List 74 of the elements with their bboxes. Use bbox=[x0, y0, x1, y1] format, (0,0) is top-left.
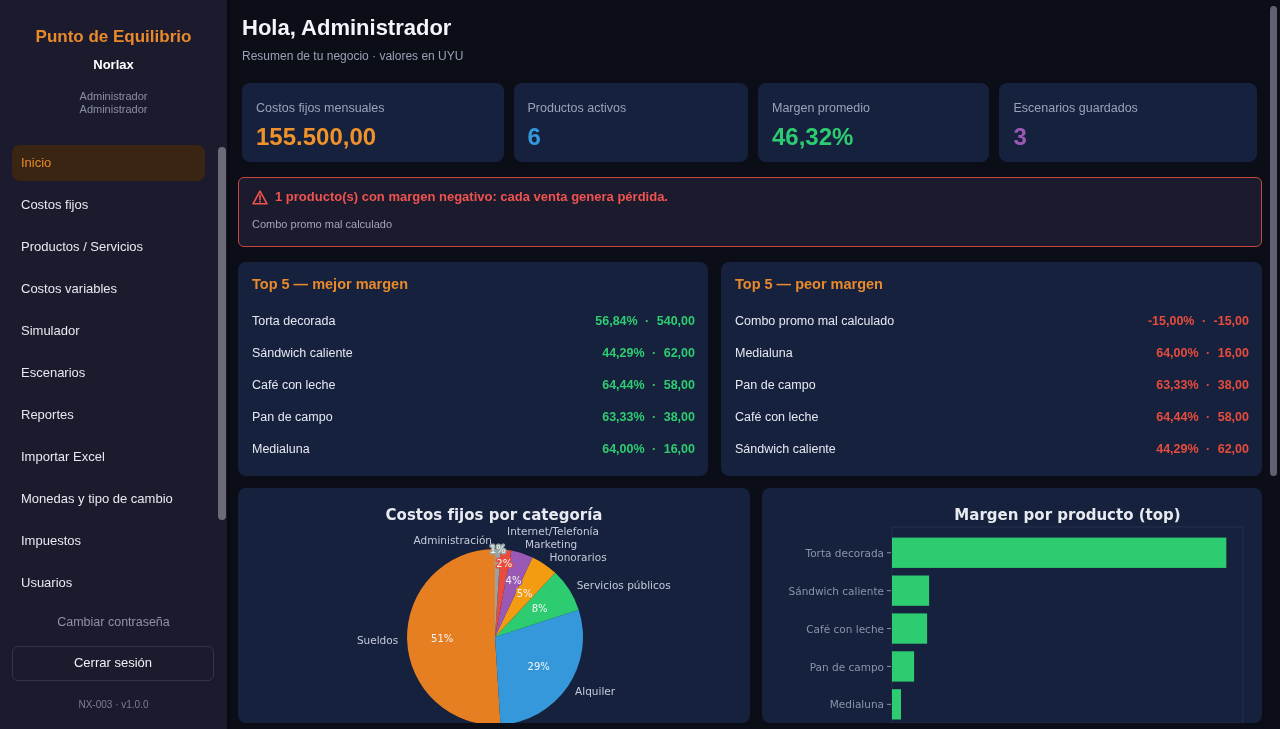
app-title: Punto de Equilibrio bbox=[34, 27, 193, 47]
product-name: Sándwich caliente bbox=[735, 440, 836, 458]
nav-item[interactable]: Productos / Servicios bbox=[12, 228, 205, 265]
axis-label: Pan de campo bbox=[809, 660, 884, 673]
slice-label: Servicios públicos bbox=[576, 579, 671, 592]
version-label: NX-003 · v1.0.0 bbox=[78, 697, 149, 712]
axis-label: Torta decorada bbox=[805, 546, 884, 559]
margin-figures: 44,29% · 62,00 bbox=[602, 344, 695, 362]
product-name: Combo promo mal calculado bbox=[735, 312, 895, 330]
product-name: Café con leche bbox=[735, 408, 819, 426]
panel-title: Top 5 — mejor margen bbox=[252, 275, 410, 293]
company-name: Norlax bbox=[92, 57, 135, 73]
slice-label: Administración bbox=[413, 534, 492, 547]
product-name: Medialuna bbox=[252, 440, 310, 458]
slice-label: Alquiler bbox=[575, 685, 616, 698]
product-name: Pan de campo bbox=[735, 376, 816, 394]
stat-value: 3 bbox=[1013, 123, 1028, 151]
nav-item[interactable]: Monedas y tipo de cambio bbox=[12, 480, 205, 517]
margin-figures: 64,44% · 58,00 bbox=[602, 376, 695, 394]
percent-label: 51% bbox=[431, 633, 454, 645]
scrollbar-thumb[interactable] bbox=[218, 147, 226, 520]
nav-item[interactable]: Costos fijos bbox=[12, 186, 205, 223]
stat-label: Costos fijos mensuales bbox=[256, 100, 386, 116]
stat-label: Margen promedio bbox=[772, 100, 871, 116]
nav-item[interactable]: Costos variables bbox=[12, 270, 205, 307]
stat-label: Productos activos bbox=[527, 100, 628, 116]
percent-label: 8% bbox=[531, 603, 548, 615]
percent-label: 29% bbox=[527, 661, 550, 673]
nav-item[interactable]: Escenarios bbox=[12, 354, 205, 391]
margin-figures: 64,00% · 16,00 bbox=[602, 440, 695, 458]
change-password-link[interactable]: Cambiar contraseña bbox=[57, 613, 170, 630]
slice-label: Internet/Telefonía bbox=[507, 524, 599, 537]
panel-title: Top 5 — peor margen bbox=[735, 275, 884, 293]
logout-button[interactable]: Cerrar sesión bbox=[12, 645, 214, 681]
margin-figures: -15,00% · -15,00 bbox=[1147, 312, 1249, 330]
chart-title: Costos fijos por categoría bbox=[385, 506, 603, 524]
slice-label: Marketing bbox=[524, 537, 578, 550]
stat-value: 6 bbox=[527, 123, 542, 151]
stat-label: Escenarios guardados bbox=[1013, 100, 1139, 116]
stat-value: 46,32% bbox=[772, 123, 855, 151]
percent-label: 4% bbox=[505, 574, 522, 586]
margin-figures: 63,33% · 38,00 bbox=[602, 408, 695, 426]
margin-figures: 63,33% · 38,00 bbox=[1156, 376, 1249, 394]
nav-item[interactable]: Importar Excel bbox=[12, 438, 205, 475]
margin-figures: 64,44% · 58,00 bbox=[1156, 408, 1249, 426]
nav-item[interactable]: Impuestos bbox=[12, 522, 205, 559]
nav-item[interactable]: Inicio bbox=[12, 144, 205, 181]
product-name: Torta decorada bbox=[252, 312, 336, 330]
alert-detail: Combo promo mal calculado bbox=[252, 217, 393, 231]
warning-icon bbox=[252, 189, 268, 205]
margin-figures: 56,84% · 540,00 bbox=[595, 312, 695, 330]
slice-label: Honorarios bbox=[549, 550, 607, 563]
scrollbar-thumb[interactable] bbox=[1270, 6, 1277, 476]
alert-message: 1 producto(s) con margen negativo: cada venta genera pérdida. bbox=[275, 188, 668, 206]
nav-item[interactable]: Usuarios bbox=[12, 564, 205, 601]
stat-value: 155.500,00 bbox=[256, 123, 378, 151]
margin-figures: 44,29% · 62,00 bbox=[1156, 440, 1249, 458]
axis-label: Sándwich caliente bbox=[788, 584, 884, 597]
nav-item[interactable]: Reportes bbox=[12, 396, 205, 433]
product-name: Café con leche bbox=[252, 376, 336, 394]
axis-label: Café con leche bbox=[806, 622, 884, 635]
user-name: Administrador bbox=[78, 90, 149, 103]
slice-label: Sueldos bbox=[356, 634, 399, 646]
page-title: Hola, Administrador bbox=[242, 14, 452, 42]
nav-item[interactable]: Simulador bbox=[12, 312, 205, 349]
margin-figures: 64,00% · 16,00 bbox=[1156, 344, 1249, 362]
user-role: Administrador bbox=[78, 103, 149, 116]
product-name: Medialuna bbox=[735, 344, 793, 362]
chart-title: Margen por producto (top) bbox=[954, 506, 1181, 524]
axis-label: Medialuna bbox=[829, 698, 884, 711]
product-name: Sándwich caliente bbox=[252, 344, 353, 362]
percent-label: 5% bbox=[516, 587, 533, 599]
page-subtitle: Resumen de tu negocio · valores en UYU bbox=[242, 48, 464, 64]
product-name: Pan de campo bbox=[252, 408, 333, 426]
